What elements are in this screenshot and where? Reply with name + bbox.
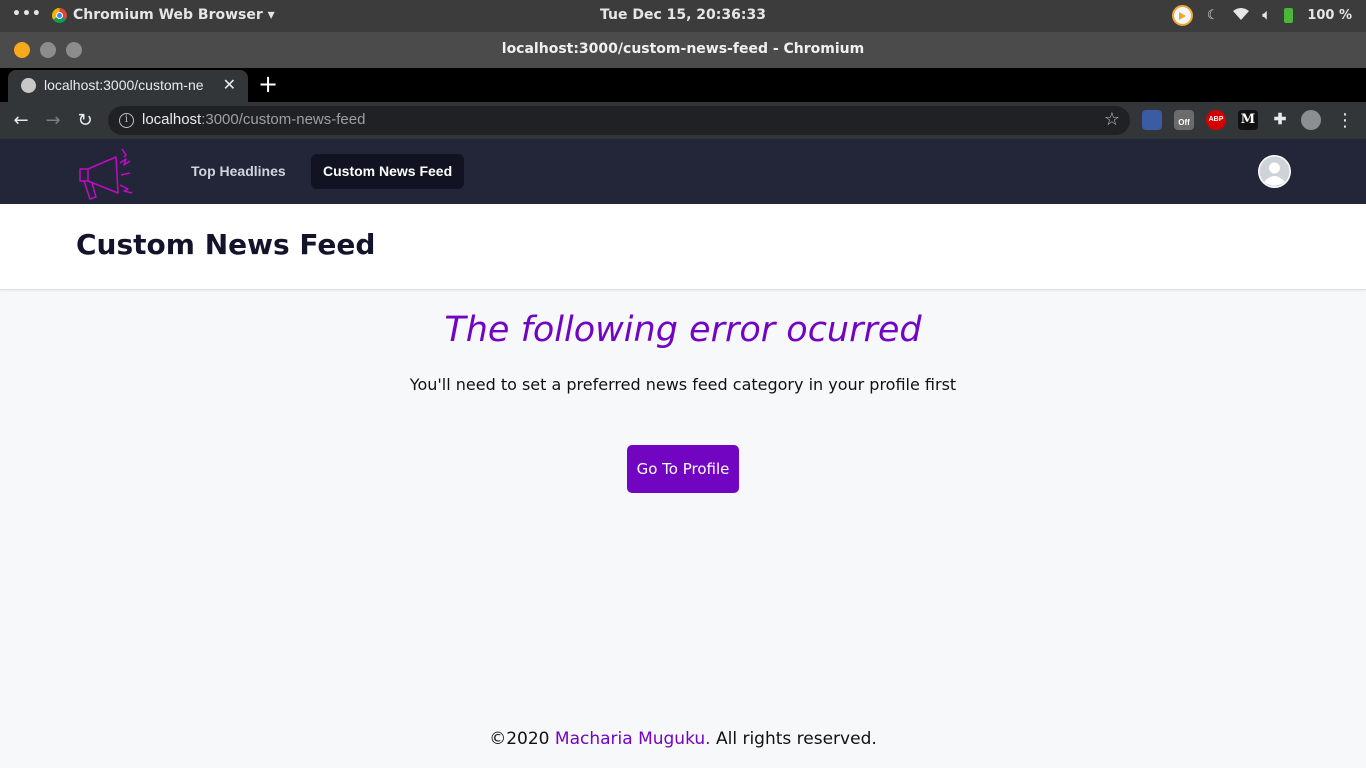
extensions-puzzle-icon[interactable]: ✚ [1270,110,1290,130]
medium-icon[interactable]: M [1238,110,1258,130]
close-tab-icon[interactable]: ✕ [223,75,236,95]
extension-off-icon[interactable]: Off [1174,110,1194,130]
go-to-profile-button[interactable]: Go To Profile [627,445,739,493]
footer: ©2020 Macharia Muguku. All rights reserv… [0,729,1366,749]
browser-menu-icon[interactable]: ⋮ [1332,108,1358,134]
new-tab-button[interactable]: + [258,70,278,98]
browser-tab[interactable]: localhost:3000/custom-ne ✕ [8,70,248,102]
nav-custom-news-feed[interactable]: Custom News Feed [311,154,465,189]
adblock-plus-icon[interactable]: ABP [1206,110,1226,130]
night-light-icon: ☾ [1206,8,1219,23]
battery-level: 100 % [1307,8,1352,23]
page-title: Custom News Feed [76,228,376,261]
window-title-bar: localhost:3000/custom-news-feed - Chromi… [0,32,1366,68]
system-top-bar: ••• Chromium Web Browser ▾ Tue Dec 15, 2… [0,0,1366,32]
forward-button[interactable]: → [40,108,66,134]
error-message: You'll need to set a preferred news feed… [409,375,957,394]
back-button[interactable]: ← [8,108,34,134]
tab-strip: localhost:3000/custom-ne ✕ + [0,68,1366,102]
profile-avatar-icon[interactable] [1301,110,1321,130]
activities-button[interactable]: ••• [12,6,42,22]
globe-icon [21,78,36,93]
extension-translate-icon[interactable] [1142,110,1162,130]
tab-title: localhost:3000/custom-ne [44,77,204,93]
app-menu[interactable]: Chromium Web Browser ▾ [52,7,275,23]
megaphone-logo-icon[interactable] [74,145,140,201]
nav-top-headlines[interactable]: Top Headlines [179,154,298,189]
wifi-icon [1232,7,1249,24]
address-bar[interactable]: i localhost:3000/custom-news-feed ☆ [108,106,1130,135]
site-navbar: Top Headlines Custom News Feed [0,139,1366,204]
battery-icon [1284,8,1294,23]
system-tray[interactable]: ☾ 🔈︎ 100 % [1171,5,1352,26]
error-title: The following error ocurred [444,310,922,350]
url-text[interactable]: localhost:3000/custom-news-feed [142,111,365,128]
footer-copyright: ©2020 [489,729,555,749]
reload-button[interactable]: ↻ [72,108,98,134]
clock[interactable]: Tue Dec 15, 20:36:33 [600,7,766,23]
footer-rights: All rights reserved. [710,729,877,749]
bookmark-star-icon[interactable]: ☆ [1104,109,1120,130]
author-link[interactable]: Macharia Muguku. [555,729,711,749]
chromium-icon [52,7,67,23]
volume-icon: 🔈︎ [1262,8,1271,23]
app-name: Chromium Web Browser ▾ [73,7,275,23]
user-avatar-icon[interactable] [1258,155,1291,188]
site-info-icon[interactable]: i [119,113,134,128]
window-title: localhost:3000/custom-news-feed - Chromi… [501,41,865,57]
browser-toolbar: ← → ↻ i localhost:3000/custom-news-feed … [0,102,1366,139]
media-play-icon[interactable] [1171,5,1193,26]
page-header: Custom News Feed [0,204,1366,290]
